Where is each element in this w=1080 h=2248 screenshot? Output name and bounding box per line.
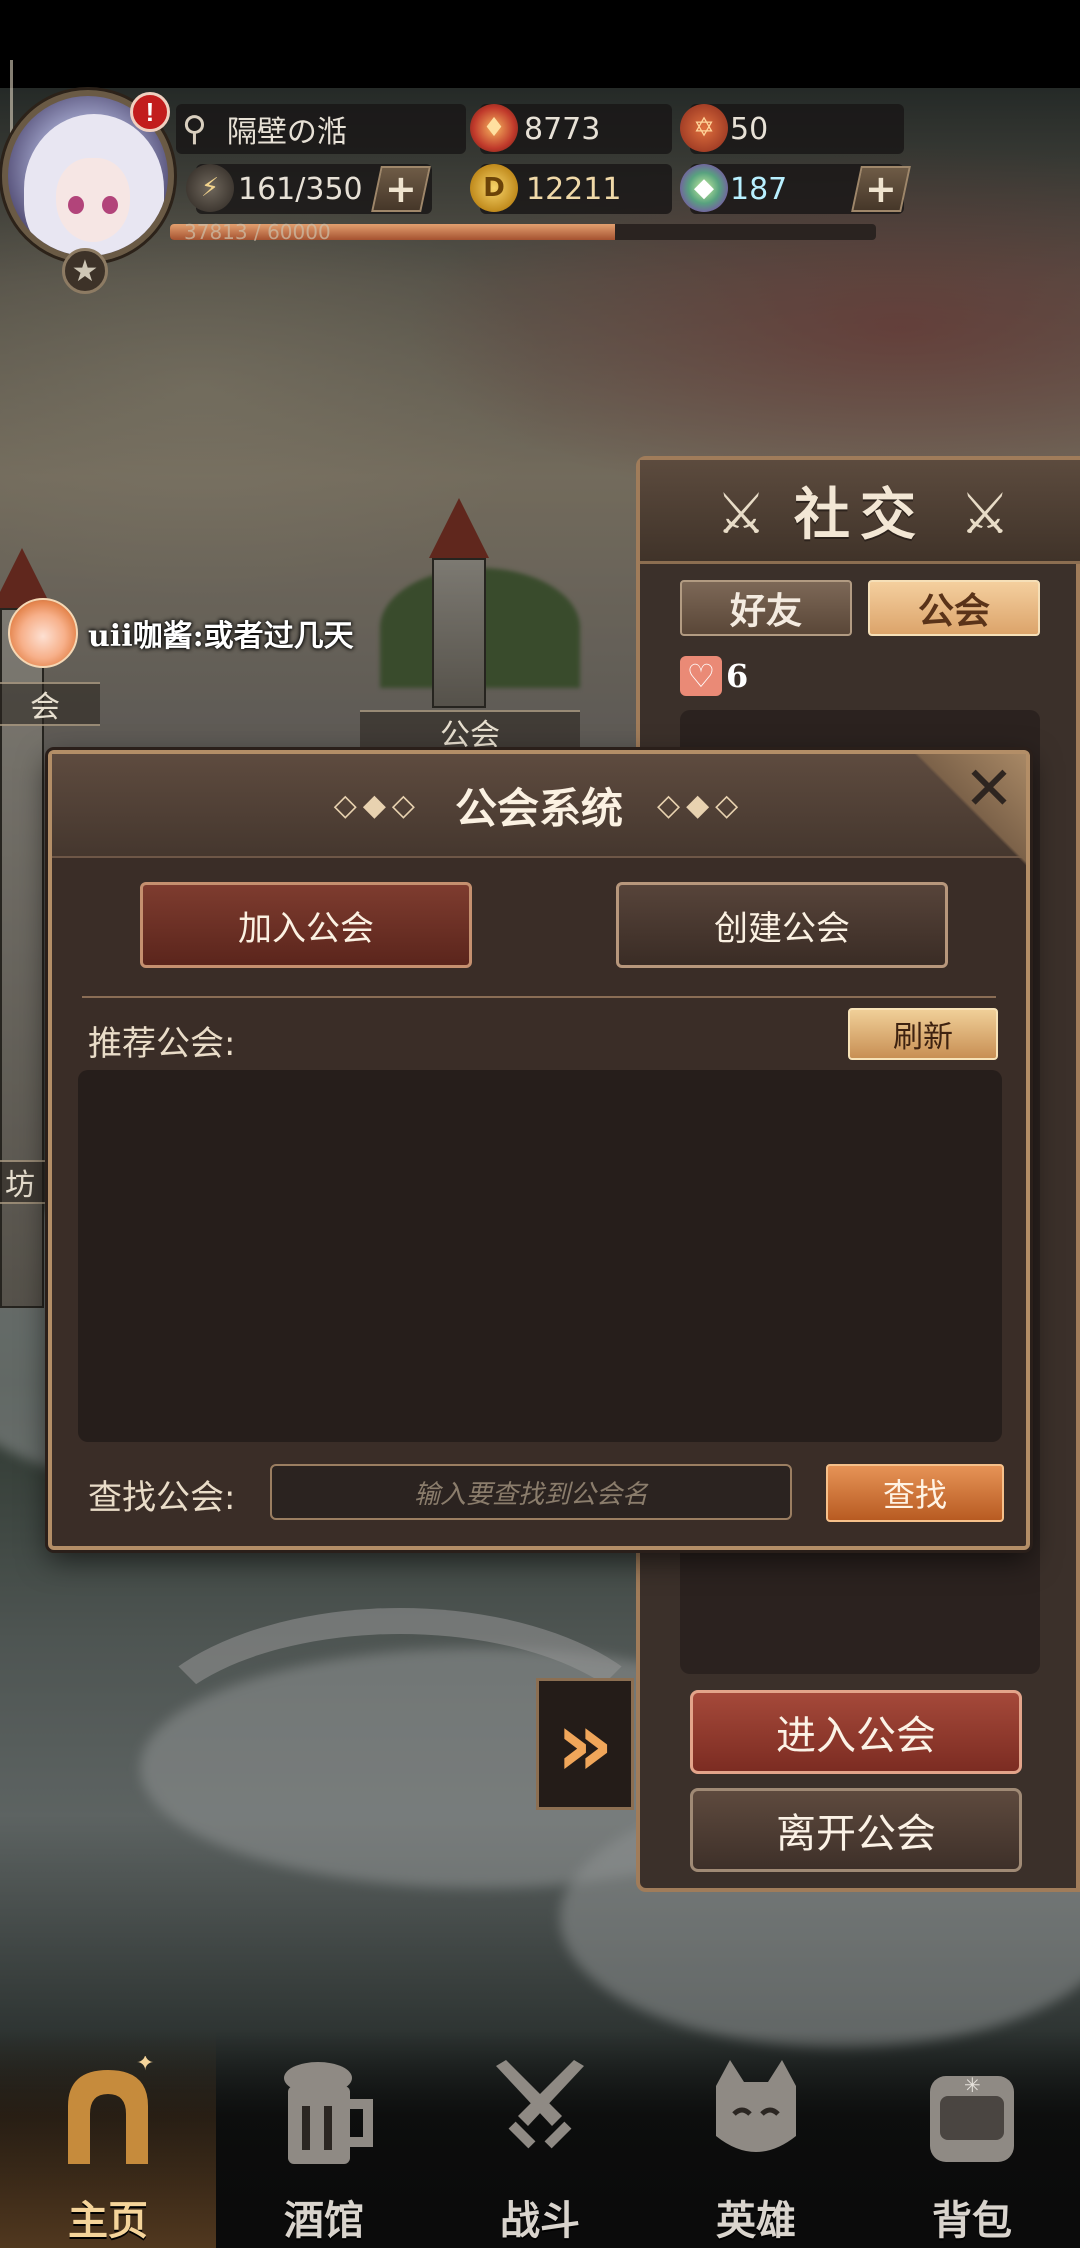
guild-search-input[interactable]: 输入要查找到公会名 [270,1464,792,1520]
social-title: 社交 [794,482,926,548]
fire-resource-value: 8773 [524,111,601,147]
world-chat-line[interactable]: uii咖酱:或者过几天 [0,598,354,668]
beer-mug-icon [274,2056,374,2168]
chat-message: uii咖酱:或者过几天 [88,619,354,654]
leave-guild-button[interactable]: 离开公会 [690,1788,1022,1872]
nav-backpack[interactable]: ✳ 背包 [864,2030,1080,2248]
collapse-panel-button[interactable]: » [536,1678,634,1810]
guild-system-dialog: ◇◆◇ 公会系统 ◇◆◇ ✕ 加入公会 创建公会 推荐公会: 刷新 查找公会: … [48,750,1030,1550]
refresh-button[interactable]: 刷新 [848,1008,998,1060]
nav-battle[interactable]: 战斗 [432,2030,648,2248]
exp-text: 37813 / 60000 [184,220,331,244]
cat-hero-icon [706,2056,806,2168]
diamond-deco-icon: ◇◆◇ [657,787,745,823]
recommended-guilds-label: 推荐公会: [88,1024,236,1064]
likes-counter: ♡ 6 [680,656,748,696]
diamond-deco-icon: ◇◆◇ [333,787,421,823]
plus-icon: + [385,167,417,211]
likes-count: 6 [726,657,749,695]
notification-alert-icon[interactable]: ! [130,92,170,132]
lightning-icon: ⚡ [186,164,234,212]
nav-label: 英雄 [716,2198,796,2244]
join-guild-button[interactable]: 加入公会 [140,882,472,968]
nav-label: 背包 [932,2198,1012,2244]
map-label-guild[interactable]: 公会 [360,710,580,754]
rank-star-icon: ★ [62,248,108,294]
home-arch-icon: ✦ [58,2056,158,2168]
map-label-shop-left[interactable]: 坊 [0,1160,50,1204]
star-resource-value: 50 [730,111,769,147]
map-label-text: 会 [30,690,60,725]
backpack-icon: ✳ [922,2056,1022,2168]
divider [82,996,996,998]
add-crystal-button[interactable]: + [851,166,911,212]
crossed-swords-deco-icon: ⚔ [716,482,767,547]
player-name-bar: ⚲ 隔壁の湉 [176,104,466,154]
nav-heroes[interactable]: 英雄 [648,2030,864,2248]
recommended-guild-list[interactable] [78,1070,1002,1442]
svg-text:✳: ✳ [964,2073,981,2097]
social-header: ⚔ 社交 ⚔ [640,460,1080,564]
map-label-text: 坊 [5,1168,35,1203]
add-stamina-button[interactable]: + [371,166,431,212]
gold-coin-icon: D [470,164,518,212]
search-button[interactable]: 查找 [826,1464,1004,1522]
map-label-guild-left[interactable]: 会 [0,682,100,726]
crossed-swords-icon [490,2056,590,2168]
nav-label: 酒馆 [284,2198,364,2244]
gold-resource-value: 12211 [526,171,622,207]
tab-friends[interactable]: 好友 [680,580,852,636]
crossed-swords-deco-icon: ⚔ [959,482,1010,547]
bottom-nav: ✦ 主页 酒馆 战斗 英雄 ✳ 背包 [0,2030,1080,2248]
chat-avatar [8,598,78,668]
hexagram-icon: ✡ [680,104,728,152]
plus-icon: + [865,167,897,211]
dialog-title: 公会系统 [454,783,623,833]
player-name: 隔壁の湉 [226,115,347,150]
create-guild-button[interactable]: 创建公会 [616,882,948,968]
fire-crystal-icon: ♦ [470,104,518,152]
stamina-value: 161/350 [238,171,363,207]
heart-icon: ♡ [680,656,722,696]
tab-guild[interactable]: 公会 [868,580,1040,636]
close-icon[interactable]: ✕ [954,754,1024,824]
nav-label: 战斗 [500,2198,580,2244]
search-guild-label: 查找公会: [88,1478,236,1518]
nav-home[interactable]: ✦ 主页 [0,2030,216,2248]
svg-text:✦: ✦ [136,2056,154,2076]
dialog-header: ◇◆◇ 公会系统 ◇◆◇ [52,754,1026,858]
nav-label: 主页 [68,2198,148,2244]
crystal-resource-value: 187 [730,171,788,207]
nav-tavern[interactable]: 酒馆 [216,2030,432,2248]
search-icon: ⚲ [182,109,207,149]
map-label-text: 公会 [440,718,500,753]
rainbow-gem-icon: ◆ [680,164,728,212]
double-chevron-right-icon: » [555,1691,615,1797]
enter-guild-button[interactable]: 进入公会 [690,1690,1022,1774]
